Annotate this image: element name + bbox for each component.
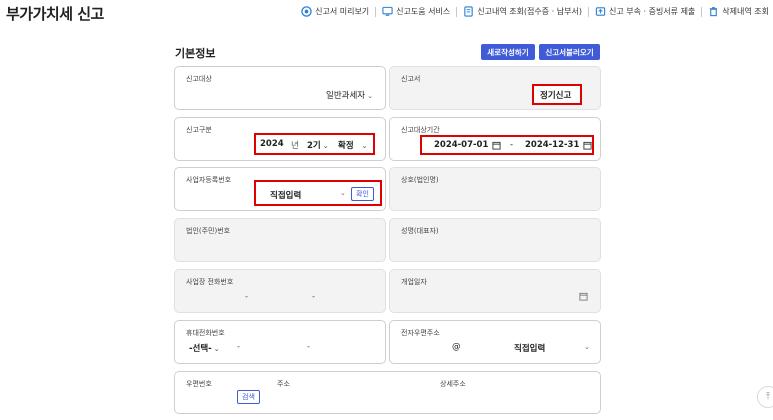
address-label: 주소 — [277, 380, 290, 388]
email-domain-value: 직접입력 — [514, 344, 546, 354]
report-period-highlight: 2024-07-01 - 2024-12-31 — [420, 135, 594, 155]
nav-history-label: 신고내역 조회(접수증 · 납부서) — [477, 7, 582, 16]
nav-submit-label: 신고 부속 · 증빙서류 제출 — [608, 7, 696, 16]
year-unit: 년 — [291, 141, 299, 151]
report-form-highlight: 정기신고 — [532, 84, 582, 105]
scroll-top-button[interactable]: ⤒ — [757, 386, 773, 408]
corp-no-label: 법인(주민)번호 — [186, 227, 231, 235]
nav-divider — [456, 6, 458, 17]
open-date-card: 개업일자 — [389, 269, 601, 313]
monitor-icon — [382, 6, 393, 16]
top-nav: 신고서 미리보기 신고도움 서비스 신고내역 조회(접수증 · 납부서) 신고 … — [301, 6, 769, 17]
business-no-label: 사업자등록번호 — [186, 176, 232, 184]
nav-help[interactable]: 신고도움 서비스 — [382, 6, 450, 17]
report-target-label: 신고대상 — [186, 75, 212, 83]
open-date-label: 개업일자 — [401, 278, 427, 286]
mobile-label: 휴대전화번호 — [186, 329, 225, 337]
postal-label: 우편번호 — [186, 380, 212, 388]
email-domain-select[interactable]: 직접입력 — [514, 342, 545, 354]
nav-submit[interactable]: 신고 부속 · 증빙서류 제출 — [595, 6, 695, 17]
detail-address-label: 상세주소 — [440, 380, 466, 388]
report-period-label: 신고대상기간 — [401, 126, 440, 134]
company-name-card: 상호(법인명) — [389, 167, 601, 211]
report-type-card: 신고구분 2024 년 2기 ⌄ 확정 ⌄ — [174, 117, 386, 161]
start-date-input[interactable]: 2024-07-01 — [434, 140, 488, 150]
nav-divider — [587, 6, 589, 17]
corp-no-card: 법인(주민)번호 — [174, 218, 386, 262]
arrow-up-icon: ⤒ — [766, 392, 770, 402]
report-type-highlight: 2024 년 2기 ⌄ 확정 ⌄ — [254, 133, 375, 155]
report-target-value: 일반과세자 — [326, 91, 366, 101]
report-form-label: 신고서 — [401, 75, 421, 83]
report-status-value: 확정 — [338, 141, 354, 151]
phone-separator: - — [307, 342, 311, 352]
calendar-icon[interactable] — [492, 141, 501, 150]
business-no-select[interactable]: 직접입력 — [270, 189, 301, 201]
nav-help-label: 신고도움 서비스 — [396, 7, 451, 16]
chevron-down-icon: ⌄ — [322, 142, 329, 150]
rep-name-card: 성명(대표자) — [389, 218, 601, 262]
postal-search-button[interactable]: 검색 — [237, 390, 260, 404]
mobile-prefix-select[interactable]: -선택- ⌄ — [189, 342, 220, 354]
chevron-down-icon: ⌄ — [361, 142, 368, 150]
end-date-input[interactable]: 2024-12-31 — [525, 140, 579, 150]
confirm-button[interactable]: 확인 — [351, 187, 374, 201]
calendar-icon[interactable] — [583, 141, 592, 150]
biz-phone-card: 사업장 전화번호 - - — [174, 269, 386, 313]
phone-separator: - — [245, 292, 249, 302]
nav-preview-label: 신고서 미리보기 — [315, 7, 370, 16]
report-period-card: 신고대상기간 2024-07-01 - 2024-12-31 — [389, 117, 601, 161]
report-target-card: 신고대상 일반과세자 ⌄ — [174, 66, 386, 110]
date-separator: - — [510, 140, 514, 150]
rep-name-label: 성명(대표자) — [401, 227, 439, 235]
biz-phone-label: 사업장 전화번호 — [186, 278, 234, 286]
nav-deleted-label: 삭제내역 조회 — [722, 7, 769, 16]
load-report-button[interactable]: 신고서불러오기 — [539, 44, 600, 60]
address-card: 우편번호 검색 주소 상세주소 — [174, 371, 601, 414]
business-no-card: 사업자등록번호 직접입력 ⌄ 확인 — [174, 167, 386, 211]
report-status-select[interactable]: 확정 ⌄ — [338, 139, 368, 151]
company-name-label: 상호(법인명) — [401, 176, 439, 184]
new-report-button[interactable]: 새로작성하기 — [481, 44, 535, 60]
phone-separator: - — [237, 342, 241, 352]
chevron-down-icon: ⌄ — [213, 345, 220, 353]
nav-divider — [375, 6, 377, 17]
document-icon — [464, 6, 473, 17]
chevron-down-icon: ⌄ — [584, 343, 590, 351]
chevron-down-icon: ⌄ — [367, 92, 373, 100]
business-no-highlight: 직접입력 ⌄ 확인 — [254, 180, 382, 206]
report-type-label: 신고구분 — [186, 126, 212, 134]
preview-icon — [301, 6, 312, 17]
page-title: 부가가치세 신고 — [6, 5, 104, 23]
report-year-input[interactable]: 2024 — [260, 139, 284, 149]
mobile-prefix-value: -선택- — [189, 344, 212, 354]
business-no-value: 직접입력 — [270, 191, 302, 201]
email-label: 전자우편주소 — [401, 329, 440, 337]
report-form-value: 정기신고 — [540, 91, 572, 101]
mobile-card: 휴대전화번호 -선택- ⌄ - - — [174, 320, 386, 364]
email-card: 전자우편주소 @ 직접입력 ⌄ — [389, 320, 601, 364]
calendar-icon[interactable] — [579, 292, 588, 301]
phone-separator: - — [312, 292, 316, 302]
email-at: @ — [452, 342, 461, 352]
nav-deleted[interactable]: 삭제내역 조회 — [708, 6, 769, 17]
chevron-down-icon: ⌄ — [340, 189, 346, 197]
nav-divider — [701, 6, 703, 17]
nav-preview[interactable]: 신고서 미리보기 — [301, 6, 369, 17]
section-title: 기본정보 — [175, 47, 216, 60]
report-period-select[interactable]: 2기 ⌄ — [307, 139, 329, 151]
report-target-select[interactable]: 일반과세자 ⌄ — [326, 89, 373, 101]
report-form-card: 신고서 정기신고 — [389, 66, 601, 110]
trash-icon — [710, 7, 718, 17]
nav-history[interactable]: 신고내역 조회(접수증 · 납부서) — [463, 6, 582, 17]
upload-icon — [595, 7, 606, 16]
report-period-value: 2기 — [307, 141, 321, 151]
